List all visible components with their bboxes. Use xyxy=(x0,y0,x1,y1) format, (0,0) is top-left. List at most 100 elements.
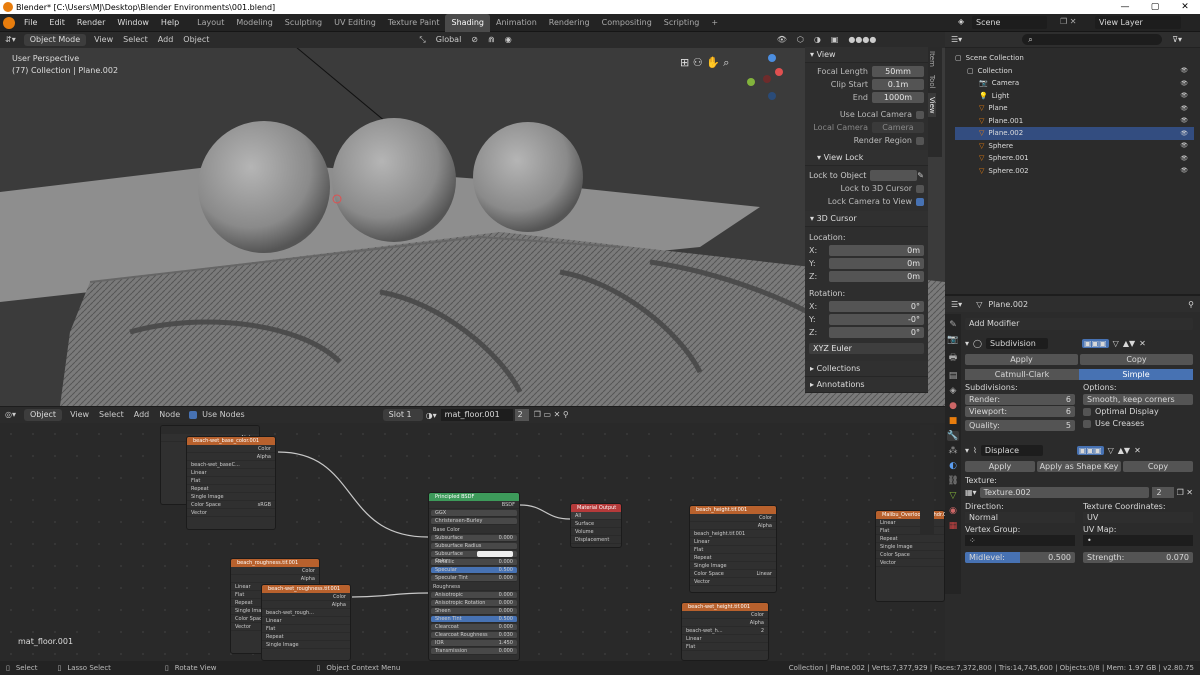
pin-icon[interactable]: ⚲ xyxy=(1188,300,1194,309)
data-tab-icon[interactable]: ▽ xyxy=(950,491,957,501)
viewport-levels-field[interactable]: Viewport: 6 xyxy=(965,406,1075,417)
object-tab-icon[interactable]: ■ xyxy=(949,416,958,426)
collapse-subdiv-icon[interactable]: ▾ xyxy=(965,339,969,348)
bsdf-row-sheen-tint[interactable]: Sheen Tint 0.500 xyxy=(431,616,517,623)
bsdf-row-subsurface-color[interactable]: Subsurface Color xyxy=(431,551,517,564)
outliner-search-input[interactable]: ⌕ xyxy=(1022,34,1163,45)
image-node-wet-height[interactable]: beach-wet_height.tif.001 Color Alpha bea… xyxy=(681,602,769,661)
sidebar-tab-item[interactable]: Item xyxy=(928,47,936,71)
tool-tab-icon[interactable]: ✎ xyxy=(949,320,957,330)
outliner-filter-icon[interactable]: ⊽▾ xyxy=(1172,35,1182,44)
bsdf-row-metallic[interactable]: Metallic 0.000 xyxy=(431,559,517,566)
outliner-item-camera[interactable]: 📷 Camera 👁 xyxy=(955,77,1194,90)
image-node-base-color[interactable]: beach-wet_base_color.001 Color Alpha bea… xyxy=(186,436,276,530)
uv-smooth-dropdown[interactable]: Smooth, keep corners xyxy=(1083,394,1193,405)
visibility-eye-icon[interactable]: 👁 xyxy=(1180,67,1188,74)
annotations-header[interactable]: ▸ Annotations xyxy=(805,377,928,393)
loc-x-field[interactable]: 0m xyxy=(829,245,924,256)
render-region-checkbox[interactable] xyxy=(916,136,924,145)
visibility-eye-icon[interactable]: 👁 xyxy=(1180,155,1188,162)
color-swatch[interactable] xyxy=(477,551,513,557)
menu-window[interactable]: Window xyxy=(111,18,155,27)
3d-viewport[interactable]: ⇵▾ Object Mode View Select Add Object ⤡ … xyxy=(0,32,945,406)
rotation-mode-dropdown[interactable]: XYZ Euler xyxy=(809,343,924,354)
bsdf-row-subsurface-radius[interactable]: Subsurface Radius xyxy=(431,543,517,550)
outliner-item-sphere[interactable]: ▽ Sphere 👁 xyxy=(955,140,1194,153)
node-source[interactable]: Single Image xyxy=(876,543,944,551)
bsdf-row-aniso-rot[interactable]: Anisotropic Rotation 0.000 xyxy=(431,600,517,607)
add-workspace-button[interactable]: + xyxy=(705,14,724,32)
clip-start-field[interactable]: 0.1m xyxy=(872,79,924,90)
local-camera-field[interactable]: Camera xyxy=(872,122,924,133)
visibility-eye-icon[interactable]: 👁 xyxy=(1180,130,1188,137)
blender-menu-icon[interactable] xyxy=(3,16,15,29)
world-tab-icon[interactable]: ● xyxy=(949,401,957,411)
node-projection[interactable]: Flat xyxy=(262,625,350,633)
bsdf-row-ior[interactable]: IOR 1.450 xyxy=(431,640,517,647)
midlevel-slider[interactable]: Midlevel: 0.500 xyxy=(965,552,1075,563)
collections-header[interactable]: ▸ Collections xyxy=(805,361,928,377)
node-interp[interactable]: Linear xyxy=(262,617,350,625)
material-tab-icon[interactable]: ◉ xyxy=(949,506,957,516)
editor-type-icon[interactable]: ⇵▾ xyxy=(0,32,21,48)
displace-apply-button[interactable]: Apply xyxy=(965,461,1035,472)
bsdf-row-burley[interactable]: Christensen-Burley xyxy=(431,518,517,525)
menu-edit[interactable]: Edit xyxy=(43,18,71,27)
visibility-eye-icon[interactable]: 👁 xyxy=(1180,92,1188,99)
orientation-dropdown[interactable]: Global xyxy=(431,32,467,48)
outliner-item-plane-001[interactable]: ▽ Plane.001 👁 xyxy=(955,115,1194,128)
collapse-displace-icon[interactable]: ▾ xyxy=(965,446,969,455)
node-image-field[interactable]: beach-wet_baseC... xyxy=(187,461,275,469)
loc-y-field[interactable]: 0m xyxy=(829,258,924,269)
tab-compositing[interactable]: Compositing xyxy=(596,14,658,32)
node-projection[interactable]: Flat xyxy=(187,477,275,485)
node-extension[interactable]: Repeat xyxy=(262,633,350,641)
eyedropper-icon[interactable]: ✎ xyxy=(917,171,924,180)
proportional-icon[interactable]: ◉ xyxy=(500,32,517,48)
bsdf-row-anisotropic[interactable]: Anisotropic 0.000 xyxy=(431,592,517,599)
constraints-tab-icon[interactable]: ⛓ xyxy=(947,476,958,486)
clip-end-field[interactable]: 1000m xyxy=(872,92,924,103)
node-interp[interactable]: Linear xyxy=(682,635,768,643)
texture-checker-icon[interactable]: ▦▾ xyxy=(965,488,977,497)
view-layer-selector[interactable]: View Layer xyxy=(1095,16,1181,29)
displace-cage-toggle[interactable]: ▽ xyxy=(1108,446,1114,455)
tab-rendering[interactable]: Rendering xyxy=(543,14,596,32)
outliner-editor-icon[interactable]: ☰▾ xyxy=(951,35,962,44)
overlay-icon[interactable]: ◑ xyxy=(809,32,826,48)
displace-up-icon[interactable]: ▲▼ xyxy=(1118,446,1130,455)
texture-coordinates-dropdown[interactable]: UV xyxy=(1083,512,1193,523)
subdiv-cage-toggle[interactable]: ▽ xyxy=(1113,339,1119,348)
visibility-eye-icon[interactable]: 👁 xyxy=(1180,105,1188,112)
material-output-node[interactable]: Material Output All Surface Volume Displ… xyxy=(570,503,622,548)
subdiv-remove-icon[interactable]: ✕ xyxy=(1139,339,1146,348)
simple-button[interactable]: Simple xyxy=(1079,369,1193,380)
outliner-item-sphere-002[interactable]: ▽ Sphere.002 👁 xyxy=(955,165,1194,178)
3d-cursor-header[interactable]: ▾ 3D Cursor xyxy=(805,211,928,227)
node-image-field[interactable]: beach_height.tif.001 xyxy=(690,530,776,538)
lock-camera-checkbox[interactable] xyxy=(916,197,924,206)
subdiv-copy-button[interactable]: Copy xyxy=(1080,354,1193,365)
image-node-malibu-hdr[interactable]: Malibu_Overlook_3k.hdr.001 Linear Flat R… xyxy=(875,510,945,602)
bsdf-row-cc-rough[interactable]: Clearcoat Roughness 0.030 xyxy=(431,632,517,639)
view-layer-tab-icon[interactable]: ▤ xyxy=(949,371,958,381)
rot-x-field[interactable]: 0° xyxy=(829,301,924,312)
visibility-eye-icon[interactable]: 👁 xyxy=(1180,167,1188,174)
navigation-gizmo[interactable] xyxy=(745,52,785,102)
xray-icon[interactable]: ▣ xyxy=(826,32,844,48)
tab-animation[interactable]: Animation xyxy=(490,14,543,32)
node-extension[interactable]: Repeat xyxy=(876,535,944,543)
rot-y-field[interactable]: -0° xyxy=(829,314,924,325)
menu-file[interactable]: File xyxy=(18,18,43,27)
render-levels-field[interactable]: Render: 6 xyxy=(965,394,1075,405)
image-node-wet-roughness[interactable]: beach-wet_roughness.tif.001 Color Alpha … xyxy=(261,584,351,661)
outliner-item-light[interactable]: 💡 Light 👁 xyxy=(955,90,1194,103)
node-projection[interactable]: Flat xyxy=(690,546,776,554)
shading-modes-icon[interactable]: ●●●● xyxy=(843,32,881,48)
snap-icon[interactable]: ⋒ xyxy=(483,32,500,48)
texture-copy-icon[interactable]: ❐ ✕ xyxy=(1177,488,1193,497)
shader-node-editor[interactable]: ◎▾ Object View Select Add Node Use Nodes… xyxy=(0,407,945,661)
minimize-button[interactable]: — xyxy=(1110,0,1140,14)
visibility-eye-icon[interactable]: 👁 xyxy=(1180,80,1188,87)
physics-tab-icon[interactable]: ◐ xyxy=(949,461,957,471)
